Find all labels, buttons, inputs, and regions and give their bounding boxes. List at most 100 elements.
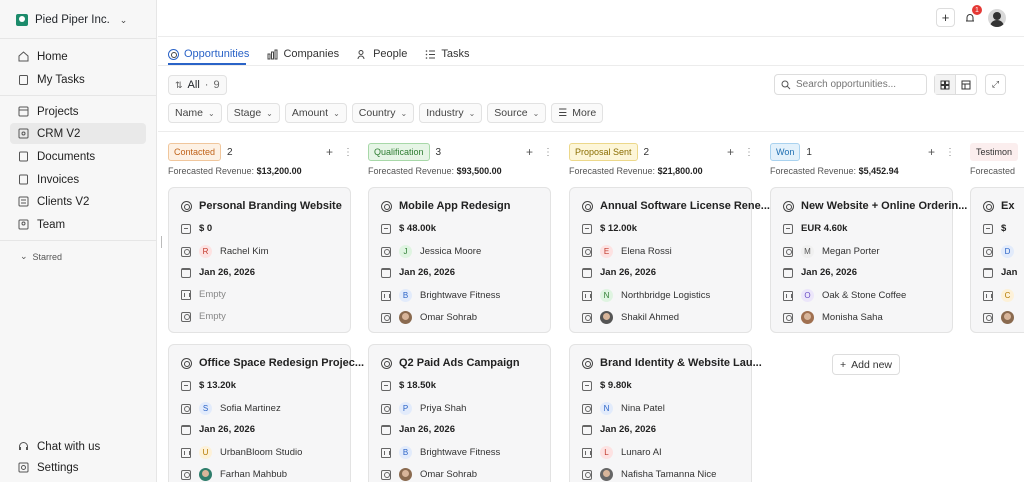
workspace-switcher[interactable]: Pied Piper Inc. ⌄ (16, 10, 127, 30)
opportunity-card[interactable]: Personal Branding Website $ 0 R Rachel Ki… (168, 187, 351, 333)
money-icon (582, 223, 592, 234)
add-card-button[interactable]: + (727, 145, 734, 159)
filter-label: Stage (233, 107, 262, 119)
sidebar-item-label: Home (37, 50, 68, 63)
column-menu-button[interactable]: ⋮ (744, 147, 754, 158)
list-check-icon (426, 49, 436, 59)
column-menu-button[interactable]: ⋮ (945, 147, 955, 158)
card-company: Northbridge Logistics (621, 290, 711, 301)
notifications-button[interactable]: 1 (960, 5, 982, 27)
fullscreen-button[interactable]: ⤢ (985, 74, 1006, 95)
sidebar-item-label: Documents (37, 150, 96, 163)
opportunity-card[interactable]: Annual Software License Rene... $ 12.00k… (569, 187, 770, 333)
card-owner: Nafisha Tamanna Nice (621, 469, 717, 480)
invoice-icon (18, 174, 29, 185)
card-owner: Empty (199, 311, 226, 322)
target-icon (783, 200, 794, 212)
card-owner: Monisha Saha (822, 312, 883, 323)
card-amount: $ 13.20k (199, 380, 236, 391)
tab-tasks[interactable]: Tasks (425, 45, 469, 63)
filter-source[interactable]: Source ⌄ (487, 103, 547, 123)
board-view-button[interactable] (935, 75, 956, 94)
sidebar-item-documents[interactable]: Documents (10, 146, 146, 167)
sidebar-item-label: My Tasks (37, 73, 85, 86)
add-card-button[interactable]: + (326, 145, 333, 159)
sidebar-item-label: Invoices (37, 173, 80, 186)
filter-industry[interactable]: Industry ⌄ (419, 103, 483, 123)
tab-people[interactable]: People (357, 45, 407, 63)
column-menu-button[interactable]: ⋮ (543, 147, 553, 158)
add-card-button[interactable]: + (526, 145, 533, 159)
tab-companies[interactable]: Companies (267, 45, 339, 63)
more-filters-button[interactable]: ☰ More (551, 103, 604, 123)
opportunity-card[interactable]: New Website + Online Orderin... EUR 4.60… (770, 187, 967, 333)
card-contact: Rachel Kim (220, 246, 269, 257)
building-icon (783, 290, 793, 301)
company-initial: L (600, 446, 613, 459)
card-date: Jan 26, 2026 (199, 267, 255, 278)
chevron-down-icon: ⌄ (266, 108, 273, 118)
all-view-selector[interactable]: ⇅ All · 9 (168, 75, 227, 95)
all-count: 9 (213, 79, 220, 91)
target-icon (381, 200, 392, 212)
document-icon (18, 151, 29, 162)
card-owner: Shakil Ahmed (621, 312, 680, 323)
opportunity-card[interactable]: Office Space Redesign Projec... $ 13.20k… (168, 344, 364, 482)
column-qualification: Qualification 3 + ⋮ Forecasted Revenue: $… (368, 143, 553, 176)
target-icon (181, 357, 192, 369)
card-amount: $ 0 (199, 223, 213, 234)
table-view-button[interactable] (956, 75, 976, 94)
owner-icon (381, 469, 391, 480)
owner-avatar (1001, 311, 1014, 324)
owner-avatar (600, 311, 613, 324)
search-input[interactable] (796, 79, 921, 90)
sidebar-item-crm-v2[interactable]: CRM V2 (10, 123, 146, 144)
filter-name[interactable]: Name ⌄ (168, 103, 222, 123)
money-icon (181, 380, 191, 391)
building-icon (983, 290, 993, 301)
opportunity-card[interactable]: Q2 Paid Ads Campaign $ 18.50k P Priya Sha… (368, 344, 551, 482)
target-icon (582, 200, 593, 212)
add-new-button[interactable]: + Add new (832, 354, 901, 375)
clients-icon (18, 196, 29, 207)
tab-label: Tasks (441, 48, 470, 60)
filter-stage[interactable]: Stage ⌄ (226, 103, 280, 123)
filter-amount[interactable]: Amount ⌄ (284, 103, 347, 123)
column-menu-button[interactable]: ⋮ (343, 147, 353, 158)
add-card-button[interactable]: + (928, 145, 935, 159)
sidebar-divider (0, 240, 157, 241)
tab-opportunities[interactable]: Opportunities (168, 45, 249, 63)
money-icon (783, 223, 793, 234)
opportunity-card[interactable]: Ex $ D Jan C (970, 187, 1024, 333)
company-initial: B (399, 289, 412, 302)
owner-avatar (199, 468, 212, 481)
user-avatar[interactable] (988, 9, 1006, 27)
sidebar-item-settings[interactable]: Settings (10, 457, 146, 478)
column-contacted: Contacted 2 + ⋮ Forecasted Revenue: $13,2… (168, 143, 353, 176)
sliders-icon: ☰ (558, 107, 568, 119)
search-box[interactable] (774, 74, 927, 95)
opportunity-card[interactable]: Mobile App Redesign $ 48.00k J Jessica Mo… (368, 187, 551, 333)
add-button[interactable]: + (936, 8, 955, 27)
sidebar-item-projects[interactable]: Projects (10, 101, 146, 122)
chevron-down-icon: ⌄ (468, 108, 476, 118)
sidebar-item-chat[interactable]: Chat with us (10, 436, 146, 457)
card-contact: Jessica Moore (420, 246, 482, 257)
sidebar-item-invoices[interactable]: Invoices (10, 169, 146, 190)
stage-badge: Proposal Sent (569, 143, 638, 161)
card-owner: Farhan Mahbub (220, 469, 288, 480)
target-icon (381, 357, 392, 369)
forecast-label: Forecasted (970, 166, 1016, 176)
contact-initial: D (1001, 245, 1014, 258)
money-icon (582, 380, 592, 391)
sidebar-item-team[interactable]: Team (10, 214, 146, 235)
card-title: Ex (1001, 200, 1015, 212)
tabs-divider (158, 65, 1024, 66)
sidebar-resize-handle[interactable] (161, 236, 162, 248)
opportunity-card[interactable]: Brand Identity & Website Lau... $ 9.80k … (569, 344, 762, 482)
sidebar-item-clients-v2[interactable]: Clients V2 (10, 191, 146, 212)
starred-section-toggle[interactable]: ⌄ Starred (20, 251, 62, 262)
filter-country[interactable]: Country ⌄ (351, 103, 415, 123)
sidebar-item-my-tasks[interactable]: My Tasks (10, 69, 146, 90)
sidebar-item-home[interactable]: Home (10, 46, 146, 67)
